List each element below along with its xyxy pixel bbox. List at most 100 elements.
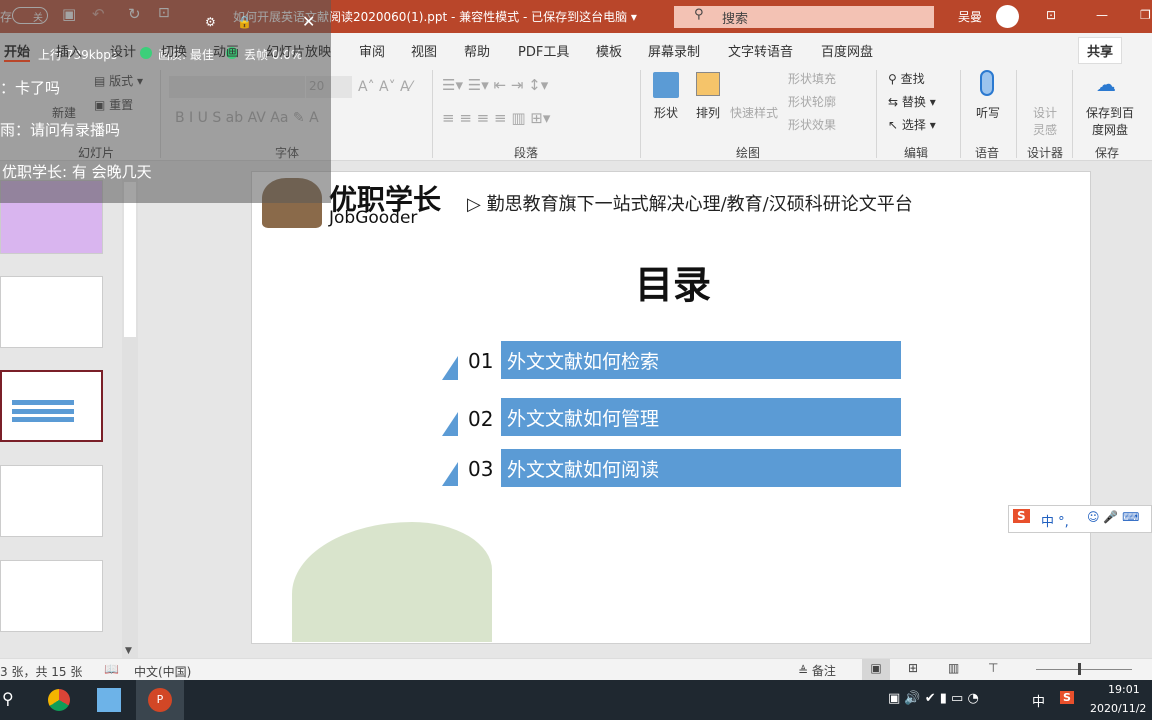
- ime-tools-icons[interactable]: ☺ 🎤 ⌨: [1087, 510, 1139, 524]
- search-input[interactable]: ⚲ 搜索: [674, 6, 934, 28]
- shape-outline-button[interactable]: 形状轮廓: [788, 93, 836, 110]
- tab-transitions[interactable]: 切换: [161, 41, 187, 60]
- clock-date[interactable]: 2020/11/2: [1090, 702, 1146, 715]
- restore-icon[interactable]: ❐: [1140, 8, 1151, 22]
- tray-ime[interactable]: 中: [1032, 691, 1045, 710]
- group-slides: 幻灯片: [78, 146, 115, 160]
- list-icons[interactable]: ☰▾ ☰▾ ⇤ ⇥ ↕▾: [442, 76, 548, 94]
- tab-review[interactable]: 审阅: [359, 41, 385, 60]
- tab-screen-record[interactable]: 屏幕录制: [648, 41, 700, 60]
- avatar[interactable]: [996, 5, 1019, 28]
- toc-item[interactable]: 外文文献如何检索: [501, 341, 901, 379]
- minimize-icon[interactable]: —: [1096, 8, 1108, 22]
- select-label: 选择: [901, 118, 926, 132]
- language[interactable]: 中文(中国): [134, 663, 191, 680]
- normal-view-icon[interactable]: ▣: [862, 659, 890, 680]
- find-label: 查找: [900, 72, 925, 86]
- tab-home[interactable]: 开始: [4, 41, 31, 62]
- group-designer: 设计器: [1027, 146, 1064, 160]
- save-baidu-button[interactable]: 保存到百度网盘: [1082, 104, 1138, 138]
- thumbnail-slide-5[interactable]: [0, 560, 103, 632]
- tab-template[interactable]: 模板: [596, 41, 622, 60]
- scrollbar-thumb[interactable]: [124, 182, 136, 337]
- notes-button[interactable]: ≜ 备注: [798, 662, 836, 679]
- slide-canvas[interactable]: 优职学长 JobGooder ▷ 勤思教育旗下一站式解决心理/教育/汉硕科研论文…: [251, 171, 1091, 644]
- shape-fill-button[interactable]: 形状填充: [788, 70, 836, 87]
- ribbon-display-icon[interactable]: ⊡: [1046, 8, 1056, 22]
- align-icons[interactable]: ≡ ≡ ≡ ≡ ▥ ⊞▾: [442, 109, 550, 127]
- divider: [876, 70, 877, 158]
- spellcheck-icon[interactable]: 📖: [104, 662, 119, 676]
- scroll-down-icon[interactable]: ▼: [125, 646, 132, 656]
- toc-item[interactable]: 外文文献如何阅读: [501, 449, 901, 487]
- font-grow-shrink-icons[interactable]: A˄ A˅ A⁄: [358, 79, 412, 95]
- sogou-tray-icon[interactable]: S: [1060, 691, 1074, 704]
- tagline: ▷ 勤思教育旗下一站式解决心理/教育/汉硕科研论文平台: [467, 194, 913, 215]
- slide-title: 目录: [635, 263, 712, 307]
- slide-counter: 3 张，共 15 张: [0, 665, 83, 679]
- tab-pdf[interactable]: PDF工具: [518, 41, 569, 60]
- tab-help[interactable]: 帮助: [464, 41, 490, 60]
- toc-item[interactable]: 外文文献如何管理: [501, 398, 901, 436]
- thumbnail-scrollbar[interactable]: ▼: [122, 170, 138, 658]
- find-button[interactable]: ⚲ 查找: [888, 70, 925, 87]
- item-number: 03: [468, 457, 494, 481]
- toc-item-text: 外文文献如何检索: [507, 351, 660, 373]
- divider: [1016, 70, 1017, 158]
- tab-insert[interactable]: 插入: [56, 41, 82, 60]
- shape-button[interactable]: 形状: [654, 104, 678, 121]
- zoom-slider[interactable]: [1036, 669, 1132, 670]
- tray-icons[interactable]: ▣ 🔊 ✔ ▮ ▭ ◔: [888, 691, 979, 706]
- group-paragraph: 段落: [514, 146, 539, 160]
- app-icon[interactable]: [97, 688, 121, 712]
- tab-baidu[interactable]: 百度网盘: [821, 41, 873, 60]
- slideshow-view-icon[interactable]: ⊤: [988, 661, 998, 675]
- sogou-icon: S: [1013, 509, 1030, 523]
- tab-tts[interactable]: 文字转语音: [728, 41, 793, 60]
- microphone-icon[interactable]: [980, 70, 994, 96]
- baidu-cloud-icon: ☁: [1096, 72, 1116, 96]
- tab-animations[interactable]: 动画: [213, 41, 239, 60]
- ime-mode[interactable]: 中 °,: [1041, 511, 1069, 530]
- shape-effect-button[interactable]: 形状效果: [788, 116, 836, 133]
- tab-view[interactable]: 视图: [411, 41, 437, 60]
- zoom-slider-thumb[interactable]: [1078, 663, 1081, 675]
- replace-button[interactable]: ⇆ 替换 ▾: [888, 93, 936, 110]
- close-icon[interactable]: ✕: [302, 12, 315, 31]
- settings-icon[interactable]: ⚙: [205, 15, 216, 29]
- share-button[interactable]: 共享: [1078, 37, 1123, 64]
- chrome-icon[interactable]: [48, 689, 70, 711]
- leaf-decoration: [292, 522, 492, 642]
- status-dot: [140, 47, 152, 59]
- user-name[interactable]: 吴曼: [958, 8, 982, 25]
- lock-icon[interactable]: 🔒: [237, 15, 252, 29]
- powerpoint-taskbar-button[interactable]: P: [136, 680, 184, 720]
- tab-design[interactable]: 设计: [110, 41, 136, 60]
- divider: [960, 70, 961, 158]
- triangle-deco: [442, 356, 458, 380]
- arrange-icon[interactable]: [696, 72, 720, 96]
- thumbnail-slide-3[interactable]: [0, 370, 103, 442]
- dictate-button[interactable]: 听写: [976, 104, 1000, 121]
- quick-style-button[interactable]: 快速样式: [730, 104, 778, 121]
- reading-view-icon[interactable]: ▥: [948, 661, 959, 675]
- ime-toolbar[interactable]: S 中 °, ☺ 🎤 ⌨: [1008, 505, 1152, 533]
- group-drawing: 绘图: [736, 146, 761, 160]
- group-editing: 编辑: [904, 146, 929, 160]
- divider: [1072, 70, 1073, 158]
- shape-icon[interactable]: [653, 72, 679, 98]
- tab-slideshow[interactable]: 幻灯片放映: [266, 41, 331, 60]
- search-icon[interactable]: ⚲: [2, 689, 14, 708]
- share-label: 共享: [1087, 45, 1114, 60]
- toc-item-text: 外文文献如何管理: [507, 408, 660, 430]
- select-button[interactable]: ↖ 选择 ▾: [888, 116, 936, 133]
- status-bar: 3 张，共 15 张 📖 中文(中国) ≜ 备注 ▣ ⊞ ▥ ⊤: [0, 658, 1152, 680]
- notes-label: 备注: [811, 664, 836, 678]
- chat-message: 雨：请问有录播吗: [0, 121, 121, 139]
- sorter-view-icon[interactable]: ⊞: [908, 661, 918, 675]
- design-ideas-button[interactable]: 设计灵感: [1033, 104, 1059, 138]
- thumbnail-slide-2[interactable]: [0, 276, 103, 348]
- clock-time[interactable]: 19:01: [1108, 683, 1140, 696]
- arrange-button[interactable]: 排列: [696, 104, 720, 121]
- thumbnail-slide-4[interactable]: [0, 465, 103, 537]
